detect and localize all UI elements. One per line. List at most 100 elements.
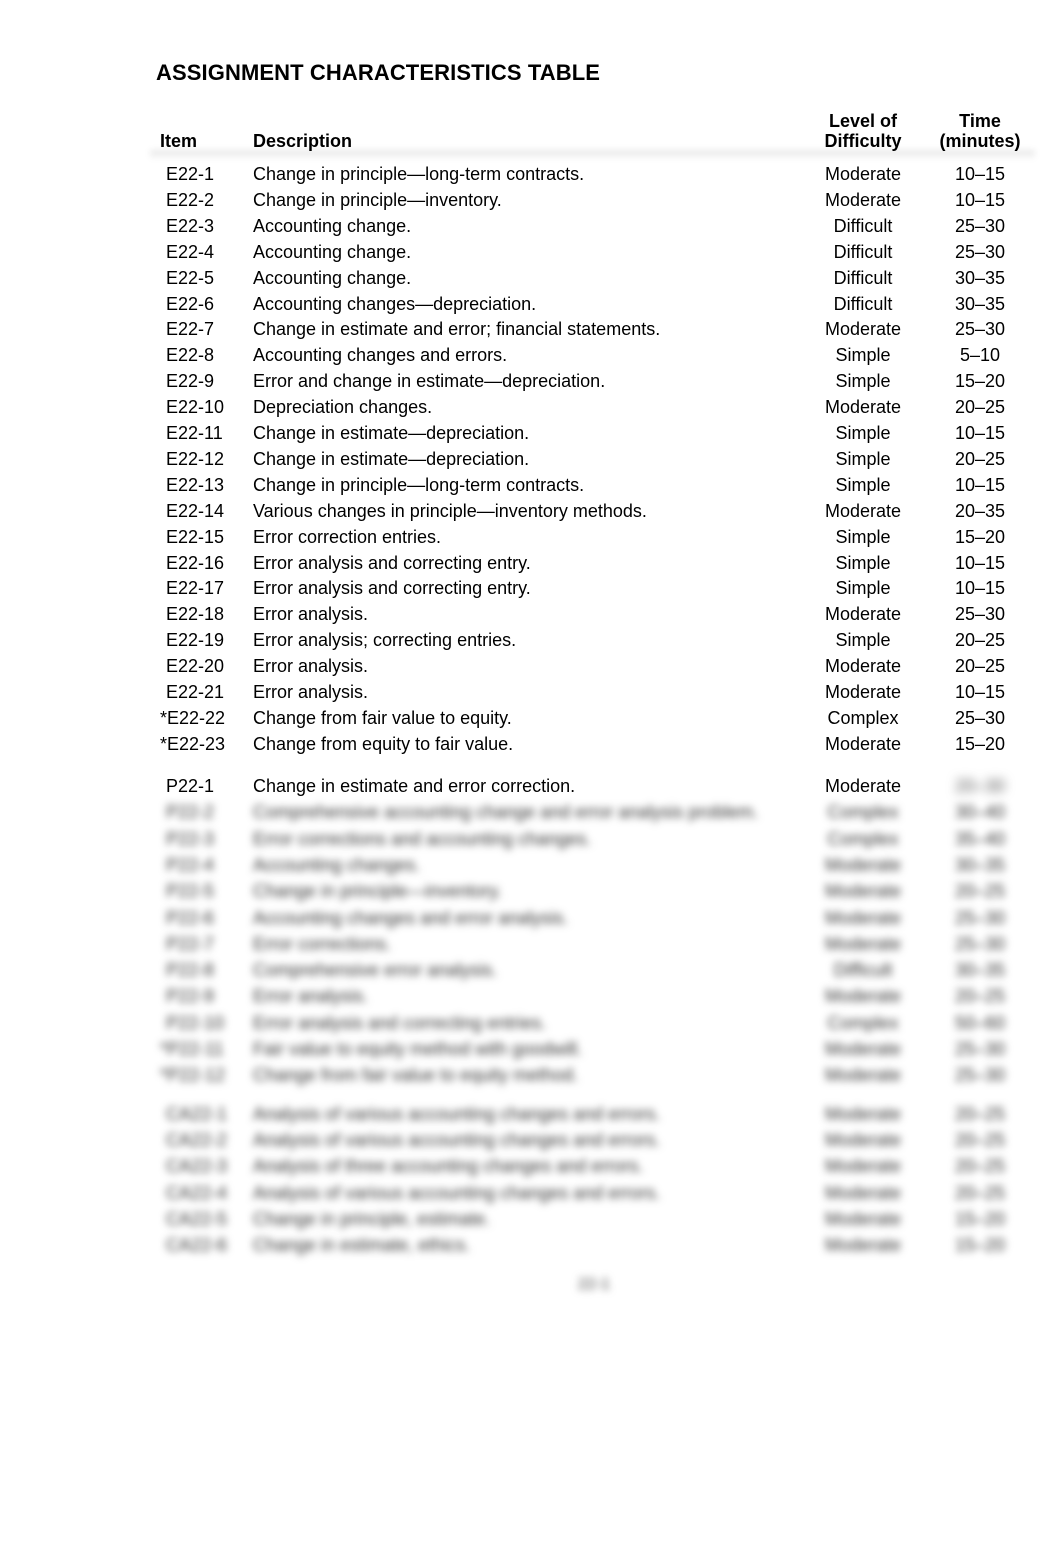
description-cell: Error analysis. bbox=[253, 656, 369, 677]
item-cell: CA22-5 bbox=[166, 1208, 228, 1229]
item-cell: E22-9 bbox=[166, 371, 215, 392]
item-cell: E22-6 bbox=[166, 293, 215, 314]
difficulty-cell: Moderate bbox=[824, 1208, 902, 1229]
time-cell: 10–15 bbox=[954, 164, 1006, 184]
table-row: E22-6 Accounting changes—depreciation. Dif… bbox=[0, 291, 1062, 317]
difficulty-cell: Simple bbox=[835, 345, 891, 366]
difficulty-cell: Moderate bbox=[824, 189, 902, 210]
item-cell: E22-20 bbox=[166, 656, 225, 677]
description-cell: Analysis of various accounting changes a… bbox=[253, 1104, 661, 1124]
difficulty-cell: Moderate bbox=[824, 733, 902, 754]
description-cell: Error analysis and correcting entries. bbox=[253, 1012, 547, 1033]
description-cell: Error corrections and accounting changes… bbox=[253, 828, 592, 849]
table-row: P22-1 Change in estimate and error correc… bbox=[0, 773, 1062, 799]
description-cell: Error corrections. bbox=[253, 933, 392, 954]
table-row: CA22-5 Change in principle, estimate. Mode… bbox=[0, 1206, 1062, 1232]
description-cell: Depreciation changes. bbox=[253, 397, 433, 418]
difficulty-cell: Simple bbox=[835, 371, 891, 392]
difficulty-cell: Simple bbox=[835, 630, 891, 651]
time-cell: 30–35 bbox=[954, 293, 1006, 314]
item-cell: E22-5 bbox=[166, 267, 215, 288]
description-cell: Accounting changes and error analysis. bbox=[253, 907, 569, 928]
time-cell: 20–25 bbox=[954, 1130, 1006, 1151]
item-cell: E22-13 bbox=[166, 474, 225, 495]
item-cell: P22-7 bbox=[166, 933, 215, 954]
table-row: E22-4 Accounting change. Difficult 25–30 bbox=[0, 239, 1062, 265]
time-cell: 35–40 bbox=[954, 828, 1006, 849]
time-cell: 15–20 bbox=[954, 526, 1006, 547]
difficulty-cell: Moderate bbox=[824, 682, 902, 702]
item-cell: E22-19 bbox=[166, 630, 225, 651]
table-row: P22-6 Accounting changes and error analys… bbox=[0, 905, 1062, 931]
time-cell: 20–25 bbox=[954, 448, 1006, 469]
item-cell: *P22-12 bbox=[160, 1065, 226, 1086]
description-cell: Analysis of various accounting changes a… bbox=[253, 1130, 661, 1151]
item-cell: E22-10 bbox=[166, 397, 225, 418]
difficulty-cell: Moderate bbox=[824, 1156, 902, 1177]
table-row: *P22-12 Change from fair value to equity … bbox=[0, 1062, 1062, 1088]
time-cell: 20–25 bbox=[954, 1104, 1006, 1124]
description-cell: Error analysis. bbox=[253, 682, 369, 702]
description-cell: Error correction entries. bbox=[253, 526, 442, 547]
item-cell: E22-12 bbox=[166, 448, 225, 469]
table-row: P22-3 Error corrections and accounting ch… bbox=[0, 826, 1062, 852]
table-row: E22-17 Error analysis and correcting entr… bbox=[0, 575, 1062, 601]
item-cell: CA22-2 bbox=[166, 1130, 228, 1151]
difficulty-cell: Difficult bbox=[833, 293, 893, 314]
difficulty-cell: Complex bbox=[827, 1012, 899, 1033]
description-cell: Error analysis and correcting entry. bbox=[253, 552, 531, 573]
table-row: E22-8 Accounting changes and errors. Simpl… bbox=[0, 342, 1062, 368]
time-cell: 20–25 bbox=[954, 1156, 1006, 1177]
table-row: CA22-3 Analysis of three accounting chang… bbox=[0, 1153, 1062, 1179]
header-item: Item bbox=[160, 131, 198, 151]
item-cell: P22-8 bbox=[166, 960, 215, 981]
table-row: E22-9 Error and change in estimate—deprec… bbox=[0, 368, 1062, 394]
time-cell: 25–30 bbox=[954, 319, 1006, 340]
difficulty-cell: Moderate bbox=[824, 933, 902, 954]
time-cell: 30–35 bbox=[954, 854, 1006, 875]
description-cell: Analysis of various accounting changes a… bbox=[253, 1182, 661, 1203]
table-row: E22-13 Change in principle—long-term cont… bbox=[0, 472, 1062, 498]
header-description: Description bbox=[253, 131, 353, 151]
table-row: *P22-11 Fair value to equity method with … bbox=[0, 1036, 1062, 1062]
time-cell: 20–35 bbox=[954, 500, 1006, 521]
time-cell: 20–25 bbox=[954, 656, 1006, 677]
header-difficulty-line1: Level of bbox=[828, 111, 898, 131]
time-cell: 25–30 bbox=[954, 933, 1006, 954]
table-row: E22-18 Error analysis. Moderate 25–30 bbox=[0, 601, 1062, 627]
time-cell: 10–15 bbox=[954, 423, 1006, 443]
item-cell: P22-5 bbox=[166, 881, 215, 902]
item-cell: E22-1 bbox=[166, 164, 215, 184]
table-row: P22-8 Comprehensive error analysis. Diffic… bbox=[0, 957, 1062, 983]
item-cell: P22-1 bbox=[166, 776, 215, 796]
item-cell: P22-9 bbox=[166, 986, 215, 1007]
time-cell: 5–10 bbox=[959, 345, 1001, 366]
difficulty-cell: Moderate bbox=[824, 776, 902, 796]
item-cell: E22-15 bbox=[166, 526, 225, 547]
time-cell: 15–20 bbox=[954, 1235, 1006, 1255]
item-cell: E22-14 bbox=[166, 500, 225, 521]
difficulty-cell: Moderate bbox=[824, 881, 902, 902]
time-cell: 20–25 bbox=[954, 630, 1006, 651]
table-row: P22-10 Error analysis and correcting entr… bbox=[0, 1010, 1062, 1036]
time-cell: 10–15 bbox=[954, 474, 1006, 495]
difficulty-cell: Difficult bbox=[833, 241, 893, 262]
difficulty-cell: Moderate bbox=[824, 1039, 902, 1059]
item-cell: E22-3 bbox=[166, 215, 215, 236]
item-cell: E22-7 bbox=[166, 319, 215, 340]
description-cell: Error analysis and correcting entry. bbox=[253, 578, 531, 599]
time-cell: 30–35 bbox=[954, 960, 1006, 981]
item-cell: E22-4 bbox=[166, 241, 215, 262]
time-cell: 25–30 bbox=[954, 707, 1006, 728]
item-cell: P22-2 bbox=[166, 802, 215, 823]
item-cell: E22-18 bbox=[166, 604, 225, 625]
table-row: E22-12 Change in estimate—depreciation. Si… bbox=[0, 446, 1062, 472]
time-cell: 20–25 bbox=[954, 986, 1006, 1007]
difficulty-cell: Simple bbox=[835, 552, 891, 573]
table-row: E22-7 Change in estimate and error; finan… bbox=[0, 316, 1062, 342]
difficulty-cell: Moderate bbox=[824, 164, 902, 184]
item-cell: CA22-4 bbox=[166, 1182, 228, 1203]
description-cell: Comprehensive error analysis. bbox=[253, 960, 498, 981]
item-cell: P22-4 bbox=[166, 854, 215, 875]
table-row: E22-15 Error correction entries. Simple 15–… bbox=[0, 524, 1062, 550]
